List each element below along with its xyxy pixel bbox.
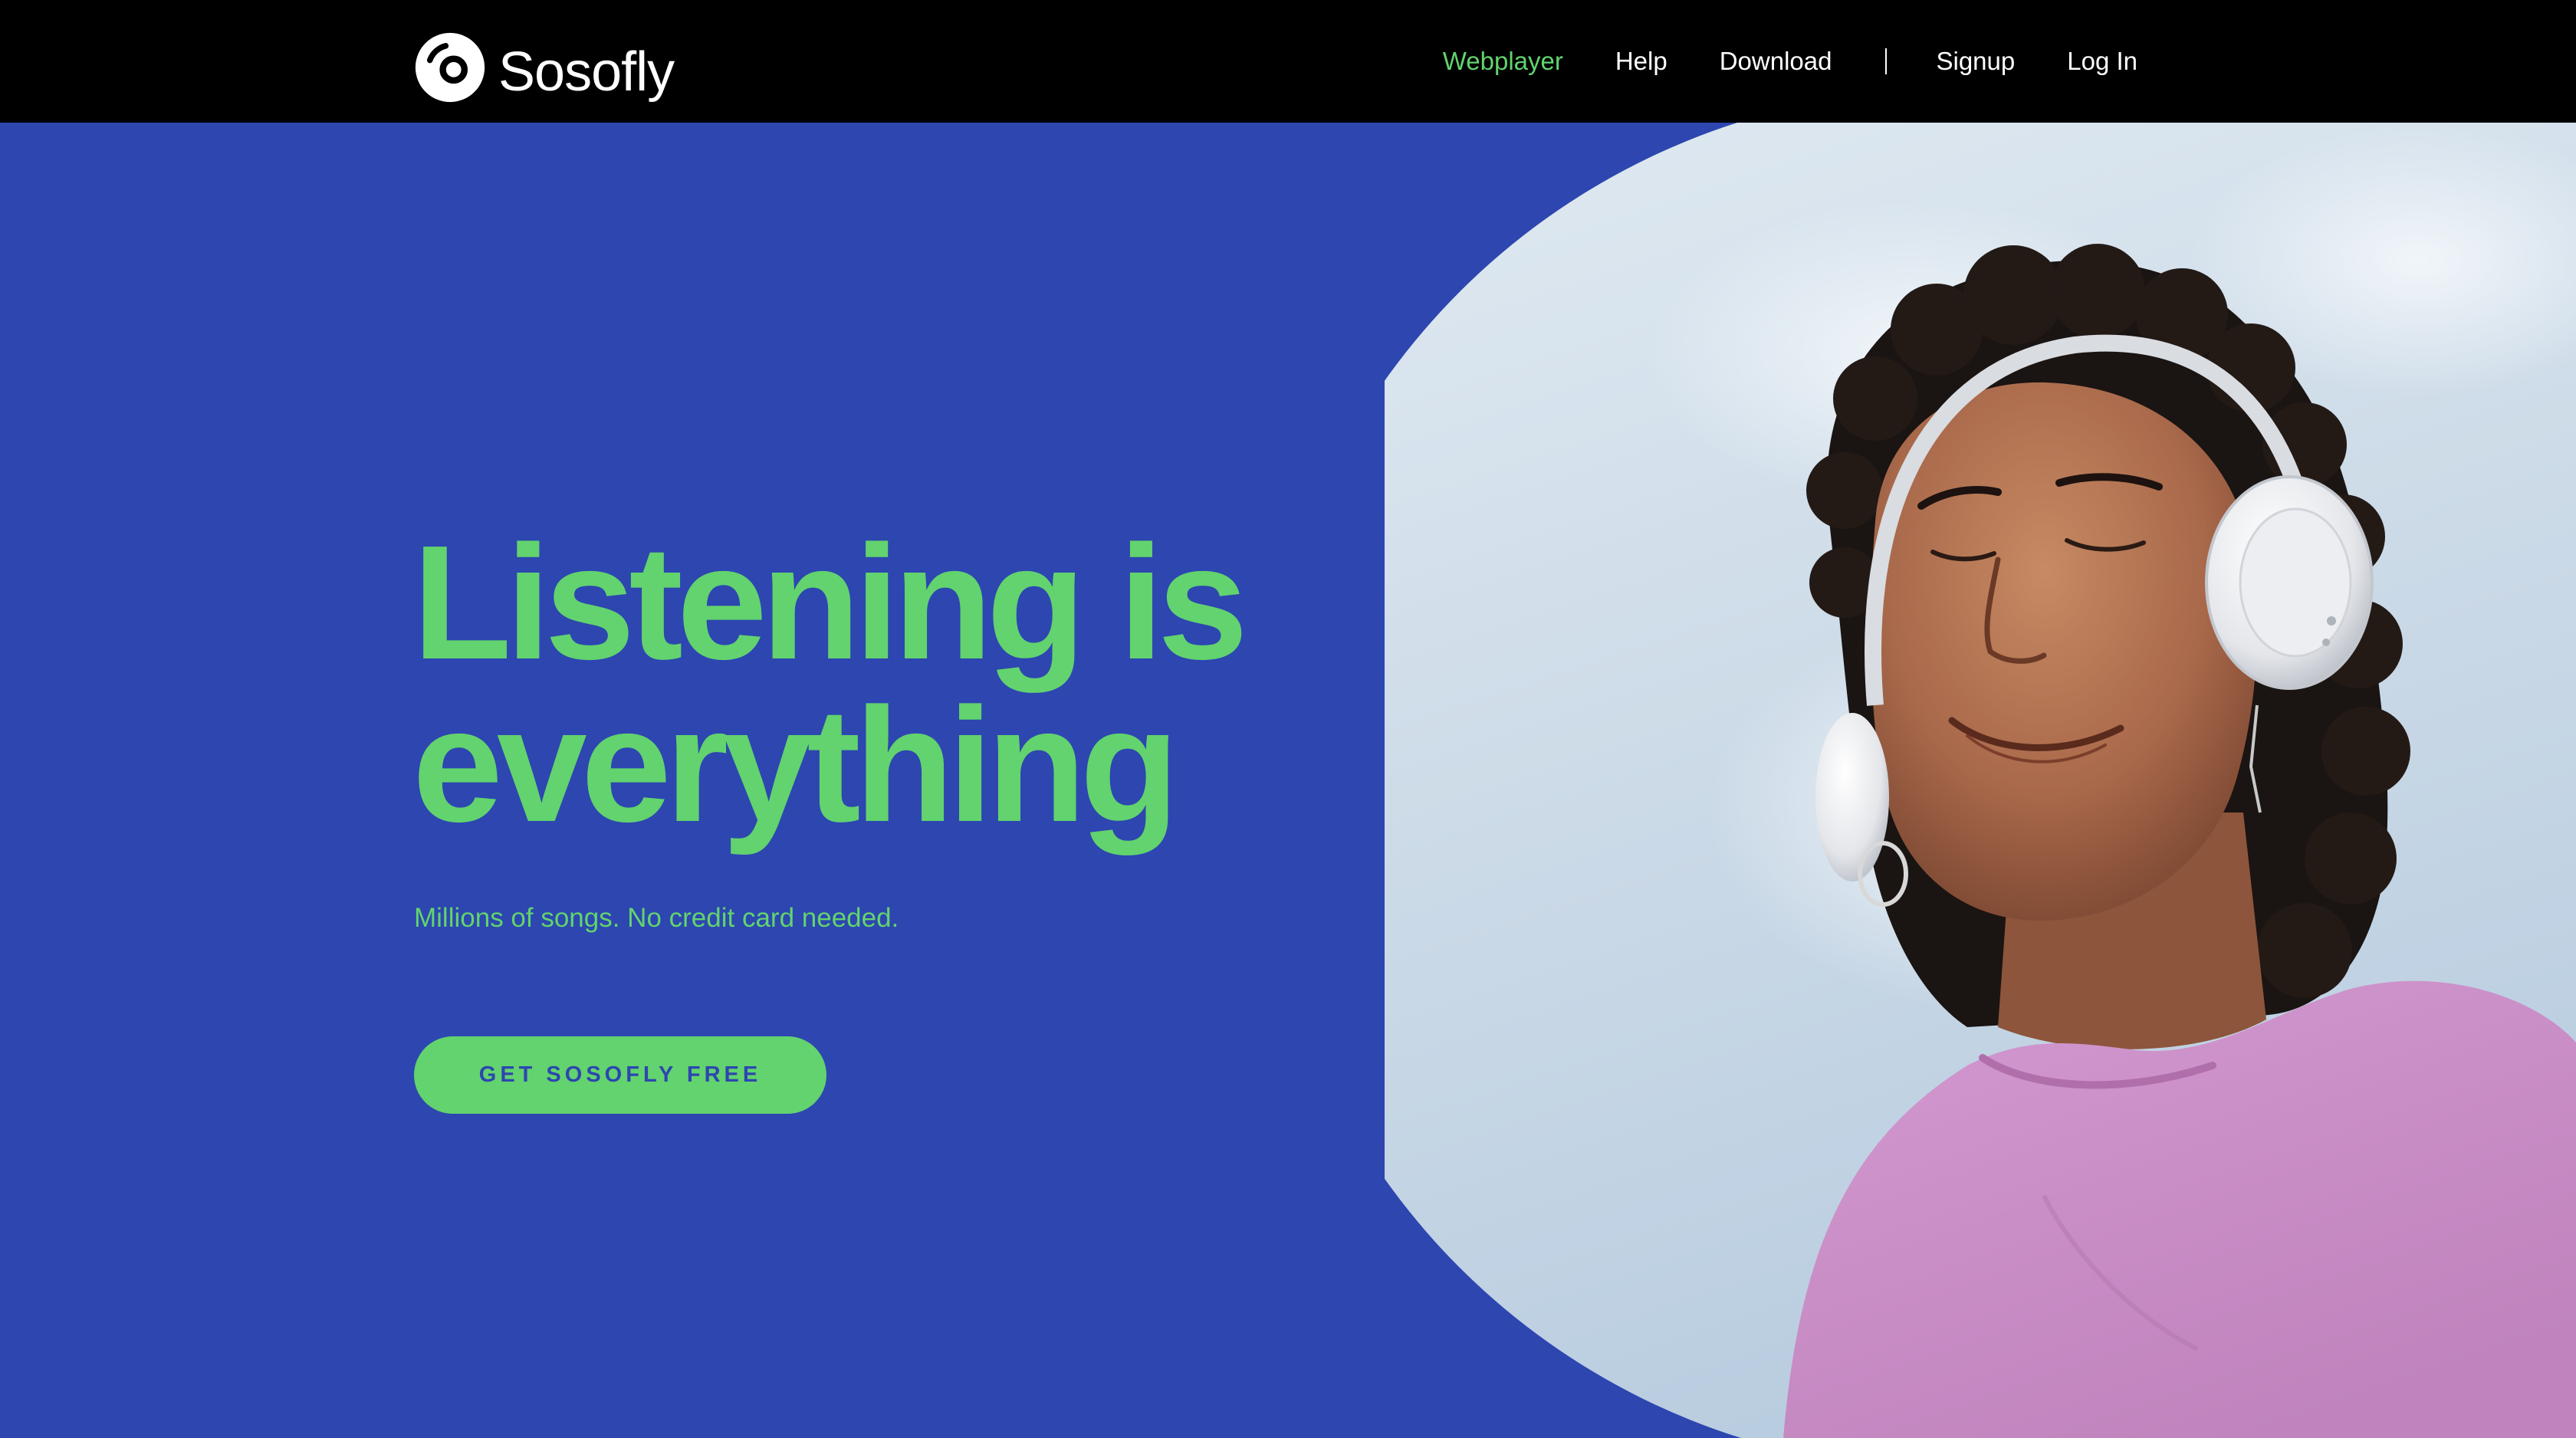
get-sosofly-free-button[interactable]: GET SOSOFLY FREE bbox=[414, 1036, 826, 1114]
hero-headline: Listening is everything bbox=[412, 521, 1409, 846]
nav-link-webplayer[interactable]: Webplayer bbox=[1443, 47, 1563, 76]
nav-link-download[interactable]: Download bbox=[1720, 47, 1832, 76]
hero-photo bbox=[1385, 123, 2576, 1438]
nav-link-login[interactable]: Log In bbox=[2067, 47, 2137, 76]
hero-headline-line-2: everything bbox=[412, 674, 1179, 855]
nav-divider bbox=[1885, 48, 1888, 74]
top-navbar: Sosofly Webplayer Help Download Signup L… bbox=[0, 0, 2576, 123]
hero-photo-illustration bbox=[1385, 123, 2576, 1438]
nav-link-signup[interactable]: Signup bbox=[1936, 47, 2015, 76]
vinyl-disc-icon bbox=[415, 32, 485, 103]
hero-headline-line-1: Listening is bbox=[412, 511, 1248, 693]
hero-subline: Millions of songs. No credit card needed… bbox=[414, 903, 899, 933]
brand-name: Sosofly bbox=[498, 41, 675, 103]
brand-logo-link[interactable]: Sosofly bbox=[414, 31, 675, 104]
nav-link-help[interactable]: Help bbox=[1615, 47, 1668, 76]
main-nav: Webplayer Help Download Signup Log In bbox=[1443, 38, 2137, 84]
